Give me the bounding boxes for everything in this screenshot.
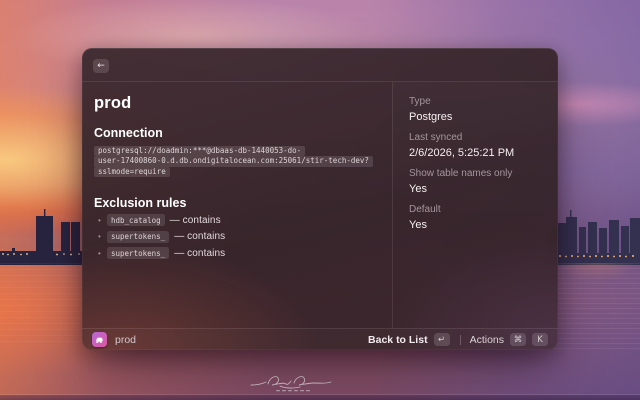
back-arrow-icon: ← xyxy=(97,62,105,71)
connection-string-line: postgresql://doadmin:***@dbaas-db-144005… xyxy=(94,146,305,156)
detail-main-panel: prod Connection postgresql://doadmin:***… xyxy=(82,82,392,328)
rule-condition: — contains xyxy=(174,248,225,259)
metadata-label-type: Type xyxy=(409,96,546,108)
raycast-detail-window: ← prod Connection postgresql://doadmin:*… xyxy=(82,48,558,350)
connection-heading: Connection xyxy=(94,125,378,141)
metadata-value-type: Postgres xyxy=(409,111,546,124)
water-reflections-right xyxy=(546,263,640,351)
actions-label: Actions xyxy=(470,334,504,346)
metadata-sidebar: Type Postgres Last synced 2/6/2026, 5:25… xyxy=(392,82,558,328)
window-header: ← xyxy=(82,48,558,82)
rule-pattern: hdb_catalog xyxy=(107,214,165,226)
back-to-list-label: Back to List xyxy=(368,334,428,346)
photo-bottom-edge xyxy=(0,394,640,400)
window-footer: prod Back to List ↵ Actions ⌘ K xyxy=(82,328,558,350)
metadata-label-default: Default xyxy=(409,204,546,216)
metadata-label-last-synced: Last synced xyxy=(409,132,546,144)
actions-menu-button[interactable]: Actions ⌘ K xyxy=(470,333,548,346)
elephant-icon xyxy=(95,335,104,344)
bullet-icon: • xyxy=(98,216,107,225)
exclusion-rules-heading: Exclusion rules xyxy=(94,195,378,211)
metadata-value-last-synced: 2/6/2026, 5:25:21 PM xyxy=(409,147,546,160)
rule-pattern: supertokens_ xyxy=(107,231,169,243)
cmd-key-icon: ⌘ xyxy=(510,333,526,346)
enter-key-icon: ↵ xyxy=(434,333,450,346)
window-body: prod Connection postgresql://doadmin:***… xyxy=(82,82,558,328)
k-key-icon: K xyxy=(532,333,548,346)
footer-item-name: prod xyxy=(115,334,136,346)
metadata-label-show-table-names: Show table names only xyxy=(409,168,546,180)
bullet-icon: • xyxy=(98,249,107,258)
exclusion-rule-item: • supertokens_ — contains xyxy=(94,245,378,261)
footer-divider xyxy=(460,335,461,345)
extension-icon xyxy=(92,332,107,347)
metadata-value-default: Yes xyxy=(409,219,546,232)
bullet-icon: • xyxy=(98,232,107,241)
page-title: prod xyxy=(94,93,378,113)
exclusion-rule-item: • supertokens_ — contains xyxy=(94,229,378,245)
water-reflections-left xyxy=(0,263,84,343)
connection-string: postgresql://doadmin:***@dbaas-db-144005… xyxy=(94,146,378,177)
exclusion-rule-item: • hdb_catalog — contains xyxy=(94,212,378,228)
connection-string-line: user-17400860-0.d.db.ondigitalocean.com:… xyxy=(94,156,373,166)
photographer-signature-watermark xyxy=(249,372,337,396)
exclusion-rules-list: • hdb_catalog — contains • supertokens_ … xyxy=(94,212,378,261)
connection-string-line: sslmode=require xyxy=(94,167,170,177)
back-button[interactable]: ← xyxy=(93,59,109,73)
back-to-list-action[interactable]: Back to List ↵ xyxy=(368,333,450,346)
metadata-value-show-table-names: Yes xyxy=(409,183,546,196)
rule-pattern: supertokens_ xyxy=(107,247,169,259)
rule-condition: — contains xyxy=(170,215,221,226)
rule-condition: — contains xyxy=(174,231,225,242)
